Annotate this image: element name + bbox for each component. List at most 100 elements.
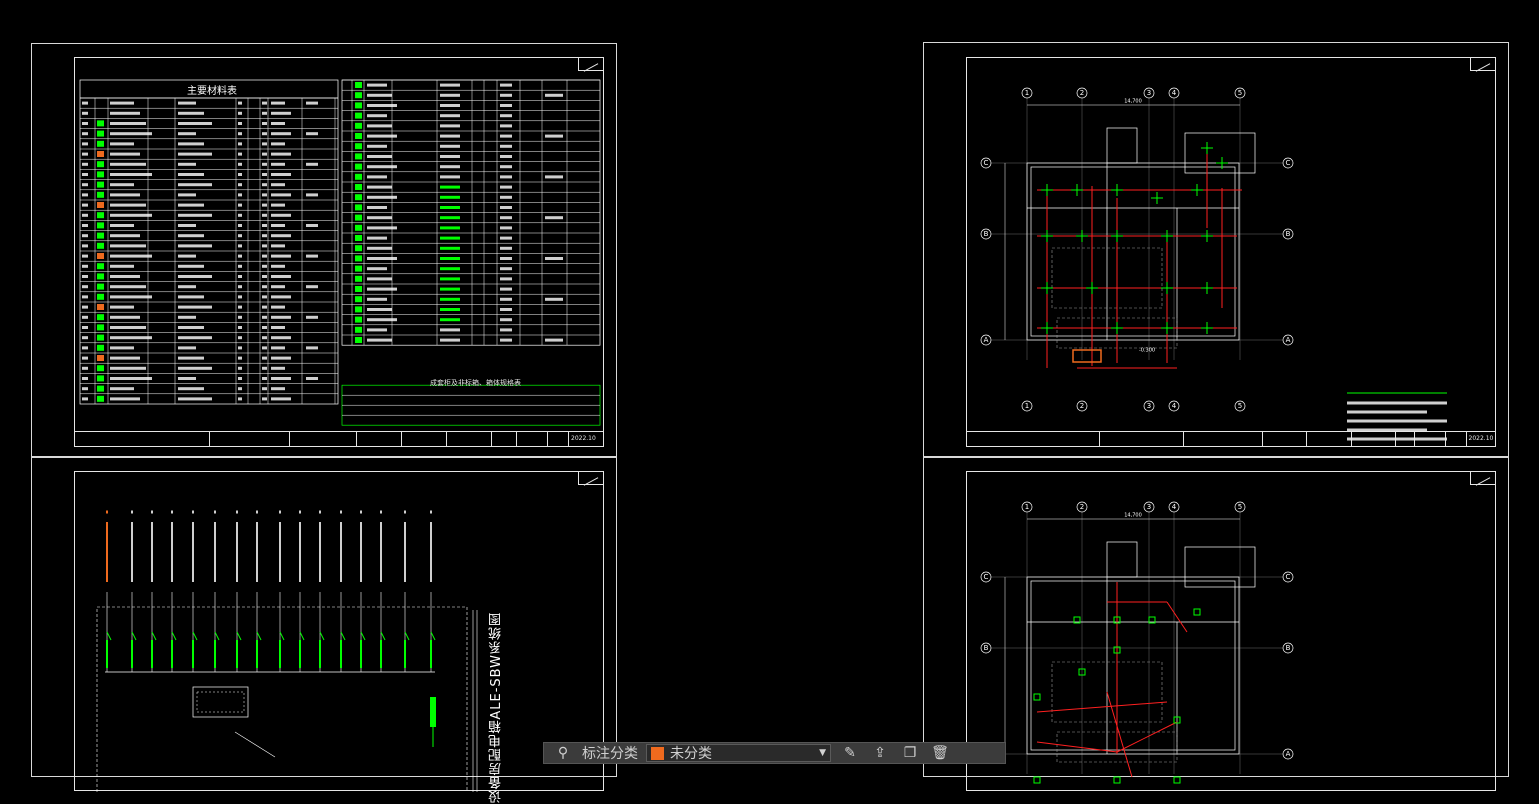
- text-glyph: [367, 134, 397, 138]
- text-glyph: [106, 510, 108, 514]
- text-glyph: [262, 305, 267, 309]
- text-glyph: [82, 244, 88, 248]
- text-glyph: [238, 152, 242, 156]
- power-outlet: [1113, 776, 1121, 784]
- system-diagram-title: 设备房配电箱ALE-SBW系统图: [489, 612, 504, 804]
- text-glyph: [262, 377, 267, 380]
- text-glyph: [178, 336, 212, 340]
- text-glyph: [178, 142, 204, 146]
- text-glyph: [238, 254, 242, 258]
- text-glyph: [500, 155, 512, 158]
- text-glyph: [367, 257, 397, 260]
- circuit-label: [340, 522, 342, 582]
- title-block: 2022.10: [967, 431, 1495, 446]
- text-glyph: [262, 397, 267, 401]
- text-glyph: [110, 213, 152, 217]
- breaker-label: [430, 640, 432, 668]
- text-glyph: [82, 234, 88, 238]
- text-glyph: [545, 93, 563, 97]
- text-glyph: [306, 101, 318, 105]
- text-glyph: [271, 285, 285, 289]
- text-glyph: [367, 246, 392, 250]
- text-glyph: [380, 510, 382, 514]
- text-glyph: [238, 336, 242, 340]
- drawing-frame: 设备房配电箱ALE-SBW系统图: [74, 471, 604, 804]
- breaker-symbol: [340, 631, 346, 641]
- text-glyph: [440, 277, 460, 281]
- text-glyph: [367, 185, 392, 189]
- titleblock-date: 2022.10: [1468, 435, 1494, 442]
- text-glyph: [500, 236, 512, 240]
- breaker-symbol: [236, 631, 242, 641]
- text-glyph: [404, 510, 406, 514]
- text-glyph: [500, 83, 512, 87]
- cabinet-table-title: 成套柜及非标箱、箱体规格表: [430, 379, 521, 387]
- table-symbol: [355, 255, 362, 262]
- text-glyph: [110, 152, 140, 156]
- text-glyph: [82, 264, 88, 268]
- text-glyph: [271, 387, 285, 391]
- text-glyph: [440, 246, 460, 250]
- text-glyph: [500, 246, 512, 250]
- text-glyph: [271, 326, 285, 329]
- table-symbol: [355, 184, 362, 190]
- text-glyph: [110, 285, 146, 289]
- text-glyph: [271, 193, 291, 197]
- annotation-toolbar: ⚲ 标注分类 未分类 ▼ ✎ ⇪ ❐ 🗑: [543, 742, 1006, 764]
- circuit-label: [171, 522, 173, 582]
- text-glyph: [110, 336, 152, 340]
- text-glyph: [178, 234, 204, 238]
- text-glyph: [271, 397, 291, 401]
- text-glyph: [440, 287, 460, 291]
- sheet-lighting-plan[interactable]: 1 1 2 2 3 3 4 4 5 5 C C B B A A 14,700 -0.300 2022.10: [923, 42, 1509, 457]
- text-glyph: [178, 122, 212, 125]
- text-glyph: [110, 224, 134, 227]
- elevation-label: -0.300: [1139, 348, 1155, 354]
- text-glyph: [238, 275, 242, 278]
- text-glyph: [440, 257, 460, 260]
- text-glyph: [262, 285, 267, 289]
- text-glyph: [131, 510, 133, 514]
- text-glyph: [238, 244, 242, 248]
- category-value: 未分类: [670, 746, 712, 762]
- text-glyph: [545, 216, 563, 220]
- text-glyph: [440, 195, 460, 199]
- drawing-frame: 主要材料表 成套柜及非标箱、箱体规格表 2022.10: [74, 57, 604, 447]
- sheet-material-table[interactable]: 主要材料表 成套柜及非标箱、箱体规格表 2022.10: [31, 43, 617, 457]
- grid-number: 5: [1238, 503, 1242, 511]
- table-symbol: [355, 143, 362, 150]
- text-glyph: [178, 132, 196, 136]
- breaker-label: [151, 640, 153, 668]
- text-glyph: [238, 111, 242, 115]
- grid-number: 1: [1025, 402, 1029, 410]
- text-glyph: [178, 193, 196, 197]
- text-glyph: [271, 275, 291, 278]
- text-glyph: [82, 183, 88, 187]
- text-glyph: [440, 297, 460, 301]
- material-table-grid: [79, 79, 601, 426]
- text-glyph: [238, 234, 242, 238]
- titleblock-date: 2022.10: [571, 435, 596, 442]
- table-symbol: [97, 253, 104, 259]
- grid-letter: A: [984, 336, 989, 344]
- text-glyph: [262, 101, 267, 105]
- table-symbol: [97, 283, 104, 290]
- power-outlet: [1033, 693, 1041, 701]
- sheet-system-diagram[interactable]: 设备房配电箱ALE-SBW系统图: [31, 457, 617, 804]
- category-select[interactable]: 未分类 ▼: [646, 744, 831, 762]
- text-glyph: [262, 387, 267, 391]
- text-glyph: [110, 377, 152, 380]
- sheet-power-plan[interactable]: 12345CCBBAA14,700: [923, 457, 1509, 791]
- text-glyph: [238, 366, 242, 370]
- category-label: 标注分类: [582, 746, 638, 762]
- text-glyph: [238, 377, 242, 380]
- table-symbol: [355, 245, 362, 252]
- breaker-symbol: [106, 631, 112, 641]
- distribution-box-outline: [96, 606, 468, 792]
- text-glyph: [367, 328, 387, 332]
- text-glyph: [82, 142, 88, 146]
- text-glyph: [1347, 419, 1447, 423]
- floor-plan-power: 12345CCBBAA14,700: [980, 501, 1294, 784]
- grid-number: 1: [1025, 503, 1029, 511]
- text-glyph: [262, 224, 267, 227]
